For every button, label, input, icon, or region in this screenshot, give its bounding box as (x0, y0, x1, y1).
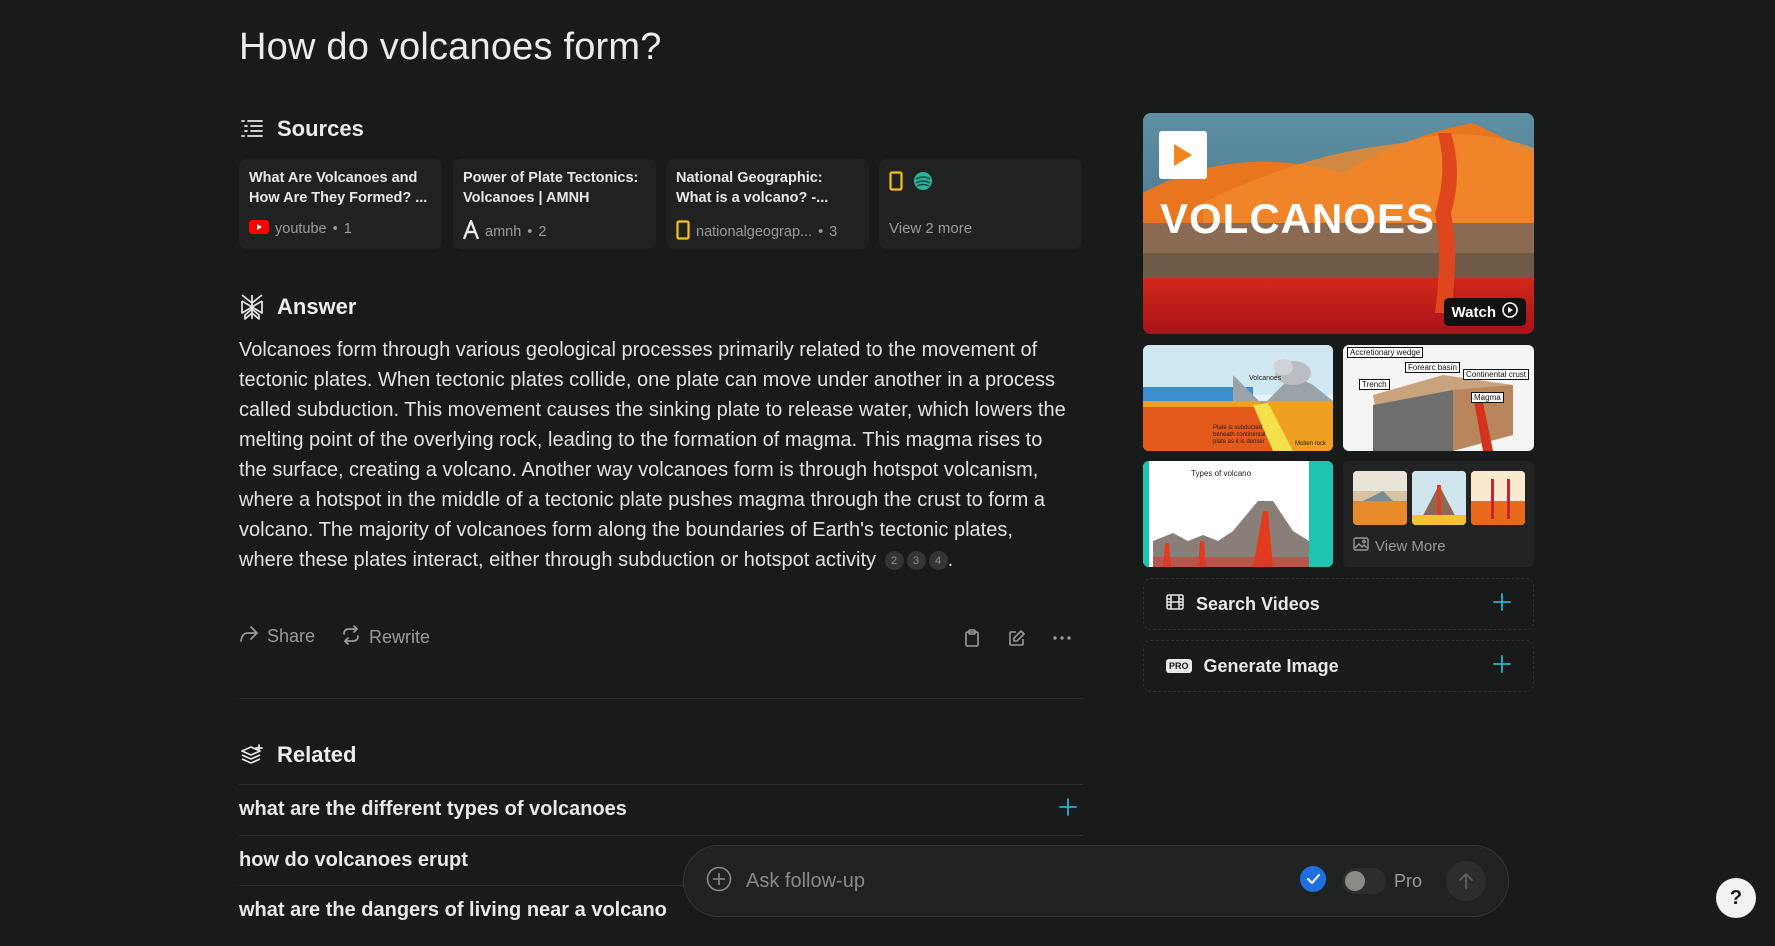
answer-heading: Answer (277, 294, 357, 319)
source-site: amnh (485, 224, 522, 240)
view-more-sources[interactable]: View 2 more (879, 159, 1082, 249)
share-button[interactable]: Share (239, 625, 315, 648)
more-options-icon[interactable] (1048, 624, 1076, 652)
source-number: 1 (343, 221, 352, 237)
sources-icon (239, 116, 265, 142)
globe-site-icon (913, 171, 933, 196)
copy-icon[interactable] (958, 624, 986, 652)
video-title: VOLCANOES (1160, 195, 1436, 242)
image-label: Volcanoes (1249, 375, 1282, 382)
source-site: nationalgeograp... (696, 224, 813, 240)
film-icon (1166, 593, 1184, 615)
answer-header: Answer (239, 294, 356, 320)
submit-button[interactable] (1446, 861, 1486, 901)
edit-icon[interactable] (1003, 624, 1031, 652)
source-number: 2 (538, 224, 547, 240)
image-preview (1471, 471, 1525, 525)
plus-icon (1493, 654, 1511, 678)
followup-bar: Pro (683, 845, 1509, 917)
source-card-2[interactable]: Power of Plate Tectonics: Volcanoes | AM… (453, 159, 656, 249)
image-label: Magma (1471, 392, 1504, 403)
source-site: youtube (275, 221, 327, 237)
image-label: Molten rock (1295, 441, 1327, 447)
image-label: Accretionary wedge (1347, 347, 1424, 358)
related-item-label: what are the different types of volcanoe… (239, 798, 627, 820)
related-item-label: how do volcanoes erupt (239, 849, 468, 871)
related-item-label: what are the dangers of living near a vo… (239, 899, 667, 921)
image-icon (1353, 537, 1369, 555)
sources-header: Sources (239, 116, 364, 142)
search-videos-button[interactable]: Search Videos (1143, 578, 1534, 630)
help-button[interactable]: ? (1716, 878, 1756, 918)
plus-icon (1493, 592, 1511, 616)
related-header: Related (239, 742, 356, 768)
plus-icon (1059, 797, 1077, 822)
image-label: Continental crust (1463, 369, 1530, 380)
related-item[interactable]: what are the different types of volcanoe… (239, 784, 1083, 834)
citation-badge[interactable]: 2 (884, 551, 904, 571)
watch-label: Watch (1451, 303, 1496, 321)
image-label: Forearc basin (1405, 362, 1460, 373)
natgeo-icon (889, 170, 903, 196)
answer-body: Volcanoes form through various geologica… (239, 335, 1069, 575)
search-videos-label: Search Videos (1196, 593, 1320, 614)
source-number: 3 (829, 224, 838, 240)
play-icon[interactable] (1159, 131, 1207, 179)
image-label: Plate is subducted beneath continental p… (1213, 425, 1266, 445)
pro-badge: PRO (1166, 659, 1192, 673)
share-label: Share (267, 626, 316, 646)
youtube-icon (249, 220, 269, 238)
image-label: Types of volcano (1191, 469, 1252, 478)
source-title: National Geographic: What is a volcano? … (676, 170, 829, 206)
rewrite-label: Rewrite (369, 627, 431, 647)
video-card[interactable]: VOLCANOES Watch (1143, 113, 1534, 334)
amnh-logo-icon (462, 217, 480, 244)
perplexity-logo-icon (239, 294, 265, 320)
image-preview (1412, 471, 1466, 525)
answer-text: Volcanoes form through various geologica… (239, 339, 1066, 571)
source-title: What Are Volcanoes and How Are They Form… (249, 170, 428, 206)
sources-heading: Sources (277, 116, 364, 141)
view-more-images[interactable]: View More (1343, 461, 1534, 567)
rewrite-icon (341, 625, 361, 650)
image-thumbnail[interactable]: Accretionary wedge Forearc basin Contine… (1343, 345, 1534, 451)
related-icon (239, 742, 265, 768)
image-preview (1353, 471, 1407, 525)
followup-input[interactable] (746, 869, 1300, 893)
citation-badge[interactable]: 3 (906, 551, 926, 571)
related-heading: Related (277, 742, 357, 767)
generate-image-label: Generate Image (1203, 655, 1339, 676)
source-card-3[interactable]: National Geographic: What is a volcano? … (666, 159, 869, 249)
pro-label: Pro (1393, 870, 1422, 891)
generate-image-button[interactable]: PRO Generate Image (1143, 640, 1534, 692)
watch-button[interactable]: Watch (1443, 298, 1526, 326)
play-circle-icon (1502, 302, 1518, 322)
view-more-label: View More (1375, 537, 1446, 555)
answer-end-punct: . (947, 549, 954, 571)
focus-check-icon[interactable] (1299, 865, 1326, 897)
attach-plus-icon[interactable] (706, 866, 732, 897)
rewrite-button[interactable]: Rewrite (341, 625, 430, 650)
divider (239, 698, 1083, 699)
citation-badge[interactable]: 4 (928, 551, 948, 571)
image-thumbnail[interactable]: Volcanoes Plate is subducted beneath con… (1143, 345, 1333, 451)
share-icon (239, 625, 259, 648)
natgeo-icon (676, 220, 690, 244)
view-more-label: View 2 more (889, 220, 973, 237)
image-label: Trench (1359, 379, 1390, 390)
image-thumbnail[interactable]: Types of volcano (1143, 461, 1333, 567)
page-title: How do volcanoes form? (239, 26, 662, 68)
source-card-1[interactable]: What Are Volcanoes and How Are They Form… (239, 159, 442, 249)
pro-toggle[interactable] (1341, 868, 1386, 894)
source-title: Power of Plate Tectonics: Volcanoes | AM… (463, 170, 639, 206)
